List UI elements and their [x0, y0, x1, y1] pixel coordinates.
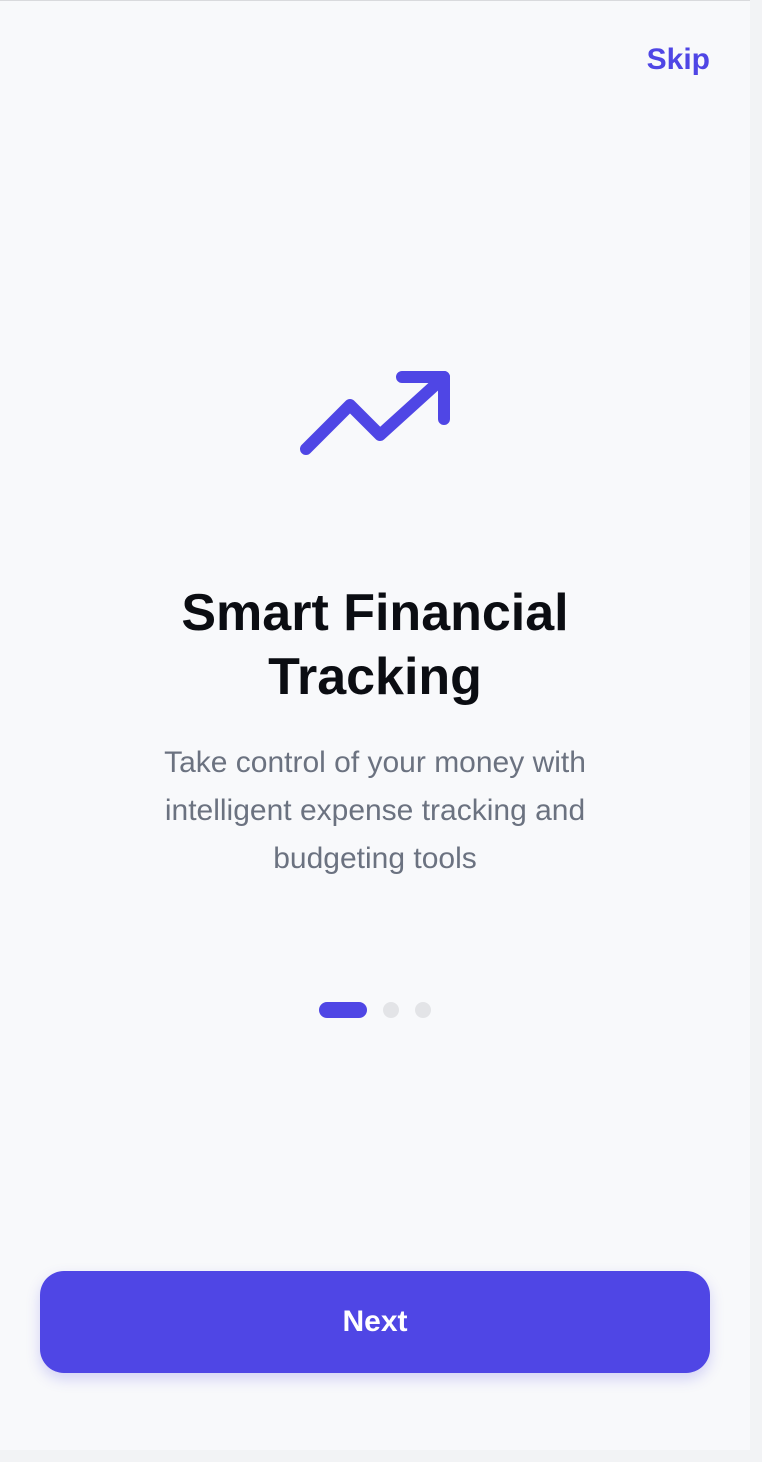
page-indicator — [319, 1002, 431, 1018]
onboarding-title: Smart Financial Tracking — [181, 584, 569, 706]
page-dot — [383, 1002, 399, 1018]
page-dot — [415, 1002, 431, 1018]
trending-up-icon — [300, 371, 450, 455]
onboarding-description: Take control of your money with intellig… — [164, 746, 586, 875]
onboarding-screen: Skip Smart Financial Tracking Take contr… — [0, 0, 750, 1450]
skip-button[interactable]: Skip — [647, 43, 710, 77]
next-button[interactable]: Next — [40, 1271, 710, 1373]
page-dot-active — [319, 1002, 367, 1018]
